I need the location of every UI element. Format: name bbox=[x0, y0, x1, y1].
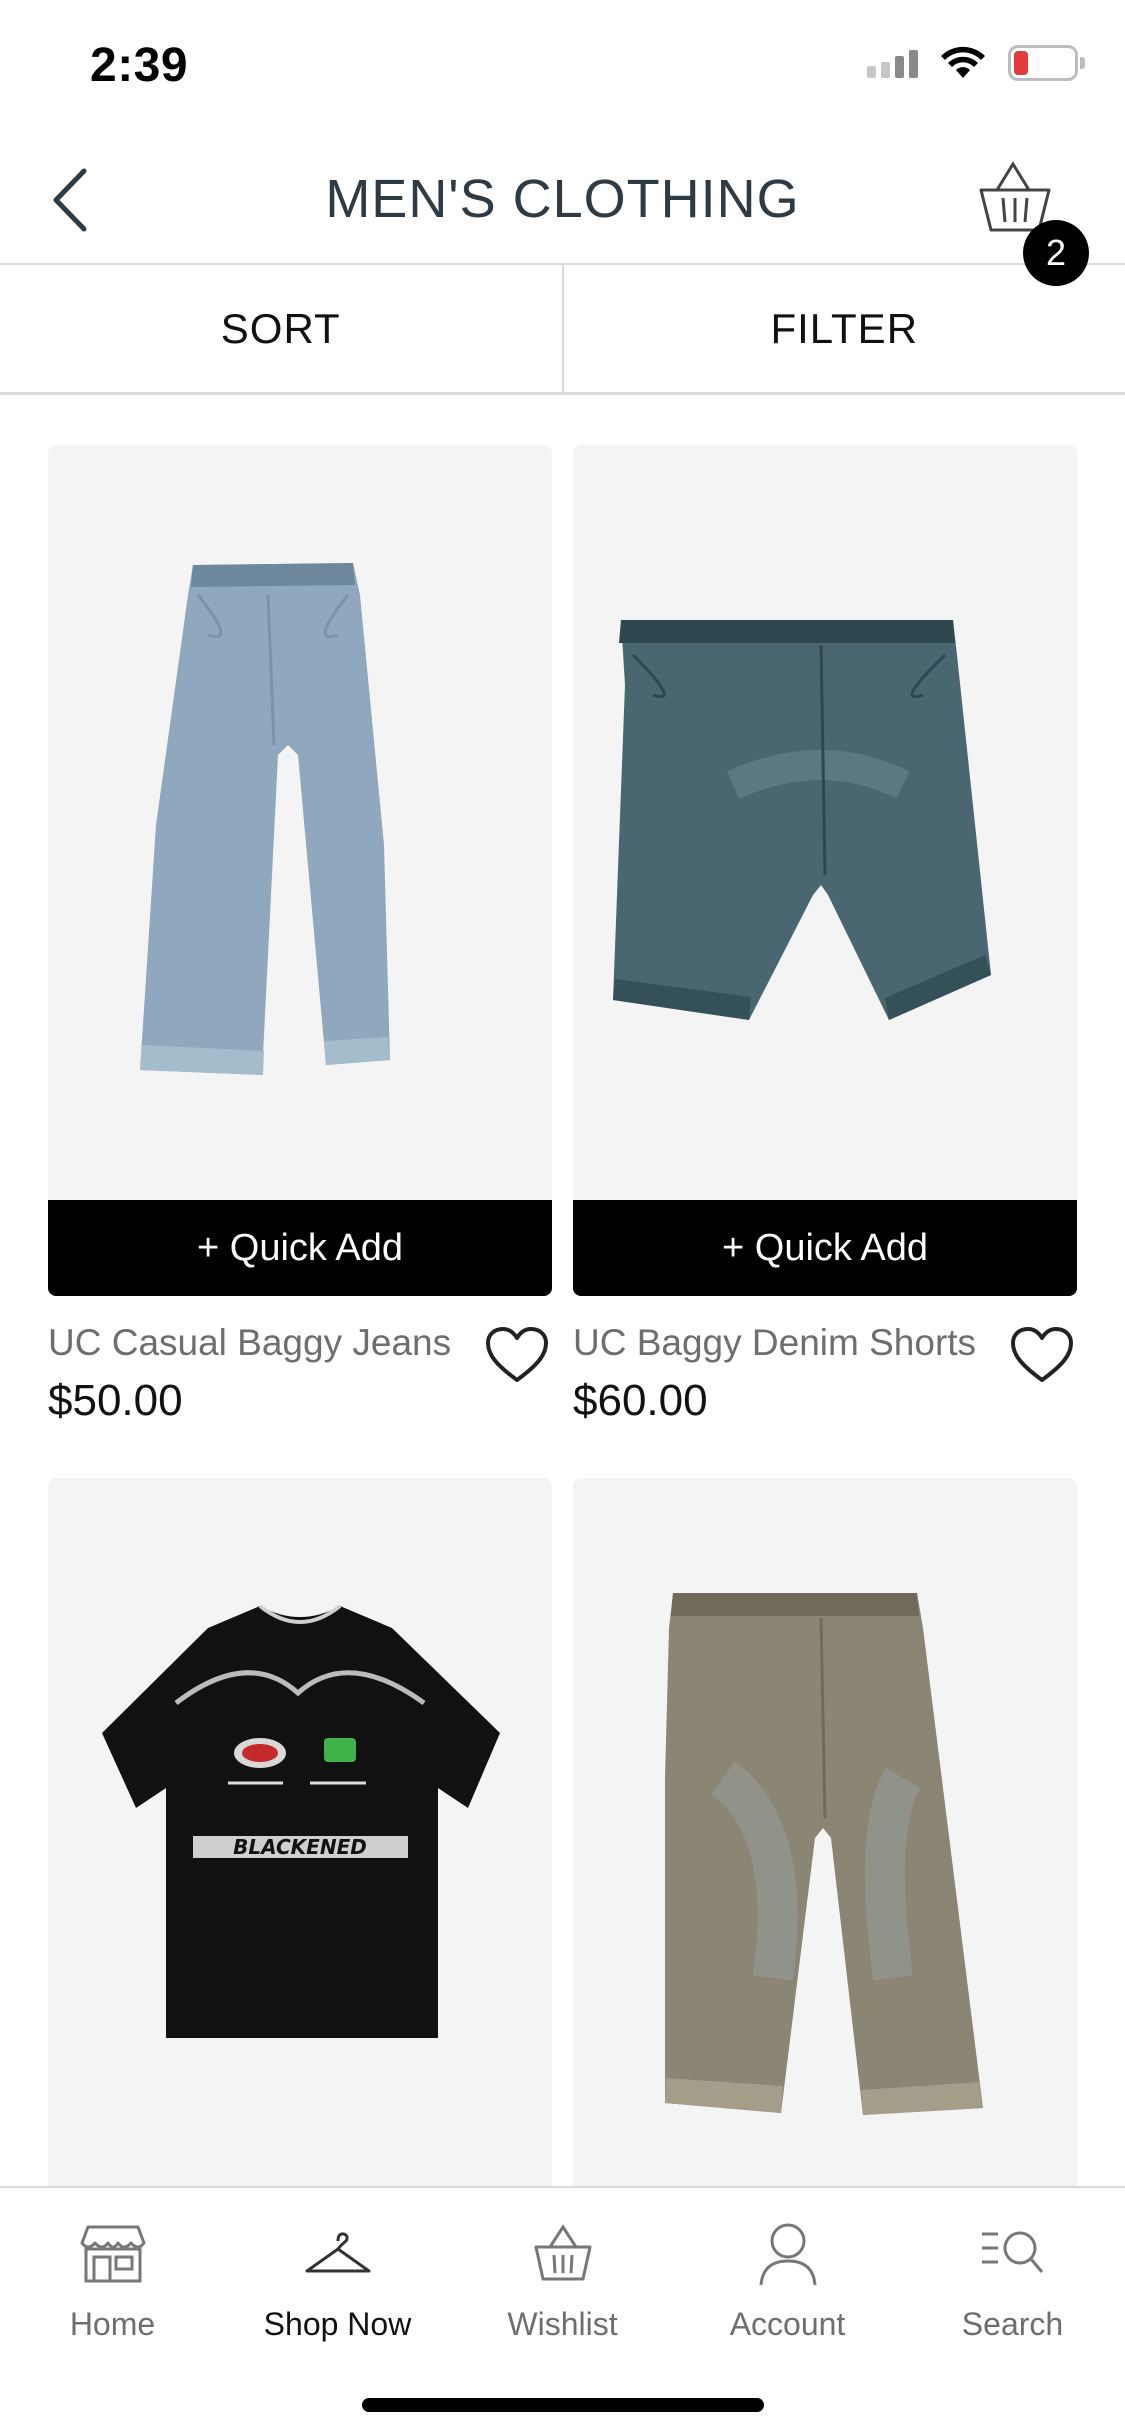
status-icons: 11 bbox=[867, 45, 1085, 81]
nav-home[interactable]: Home bbox=[0, 2188, 225, 2436]
quick-add-button[interactable]: + Quick Add bbox=[573, 1200, 1077, 1296]
product-name[interactable]: UC Baggy Denim Shorts bbox=[573, 1322, 1077, 1364]
product-info: UC Baggy Denim Shorts $60.00 bbox=[573, 1296, 1077, 1436]
product-price: $50.00 bbox=[48, 1376, 183, 1425]
page-title: MEN'S CLOTHING bbox=[325, 169, 800, 229]
product-image[interactable] bbox=[573, 445, 1077, 1200]
filter-button[interactable]: FILTER bbox=[564, 265, 1125, 392]
search-list-icon bbox=[981, 2231, 1043, 2273]
product-image[interactable]: BLACKENED bbox=[48, 1478, 552, 2218]
person-icon bbox=[759, 2223, 816, 2286]
nav-label: Wishlist bbox=[507, 2306, 618, 2342]
nav-label: Home bbox=[69, 2306, 156, 2342]
product-card[interactable]: + Quick Add UC Baggy Denim Shorts $60.00 bbox=[573, 445, 1077, 1436]
battery-icon: 11 bbox=[1008, 45, 1078, 81]
wishlist-button[interactable] bbox=[1007, 1320, 1077, 1390]
nav-label: Search bbox=[961, 2306, 1064, 2342]
wifi-icon bbox=[941, 46, 985, 78]
home-indicator[interactable] bbox=[362, 2398, 764, 2412]
tshirt-graphic-text: BLACKENED bbox=[233, 1835, 367, 1859]
storefront-icon bbox=[80, 2225, 145, 2283]
product-image[interactable] bbox=[48, 445, 552, 1200]
product-card[interactable] bbox=[573, 1478, 1077, 2218]
sort-filter-bar: SORT FILTER bbox=[0, 265, 1125, 395]
nav-search[interactable]: Search bbox=[900, 2188, 1125, 2436]
nav-label: Shop Now bbox=[263, 2306, 412, 2342]
product-info: UC Casual Baggy Jeans $50.00 bbox=[48, 1296, 552, 1436]
status-bar: 2:39 11 bbox=[0, 0, 1125, 130]
basket-icon bbox=[534, 2224, 591, 2281]
screen: 2:39 11 MEN'S CLOTHING 2 SORT FILTER + Q… bbox=[0, 0, 1125, 2436]
wishlist-button[interactable] bbox=[482, 1320, 552, 1390]
heart-icon bbox=[486, 1327, 548, 1382]
product-name[interactable]: UC Casual Baggy Jeans bbox=[48, 1322, 552, 1364]
status-time: 2:39 bbox=[90, 39, 189, 92]
product-card[interactable]: + Quick Add UC Casual Baggy Jeans $50.00 bbox=[48, 445, 552, 1436]
battery-level: 11 bbox=[1029, 47, 1057, 78]
header: MEN'S CLOTHING 2 bbox=[0, 130, 1125, 286]
quick-add-button[interactable]: + Quick Add bbox=[48, 1200, 552, 1296]
product-card[interactable]: BLACKENED bbox=[48, 1478, 552, 2218]
cart-button[interactable]: 2 bbox=[975, 158, 1089, 286]
nav-label: Account bbox=[729, 2306, 846, 2342]
cellular-signal-icon bbox=[867, 48, 918, 78]
sort-button[interactable]: SORT bbox=[0, 265, 564, 392]
product-image[interactable] bbox=[573, 1478, 1077, 2218]
product-price: $60.00 bbox=[573, 1376, 708, 1425]
heart-icon bbox=[1011, 1327, 1073, 1382]
hanger-icon bbox=[305, 2232, 370, 2273]
